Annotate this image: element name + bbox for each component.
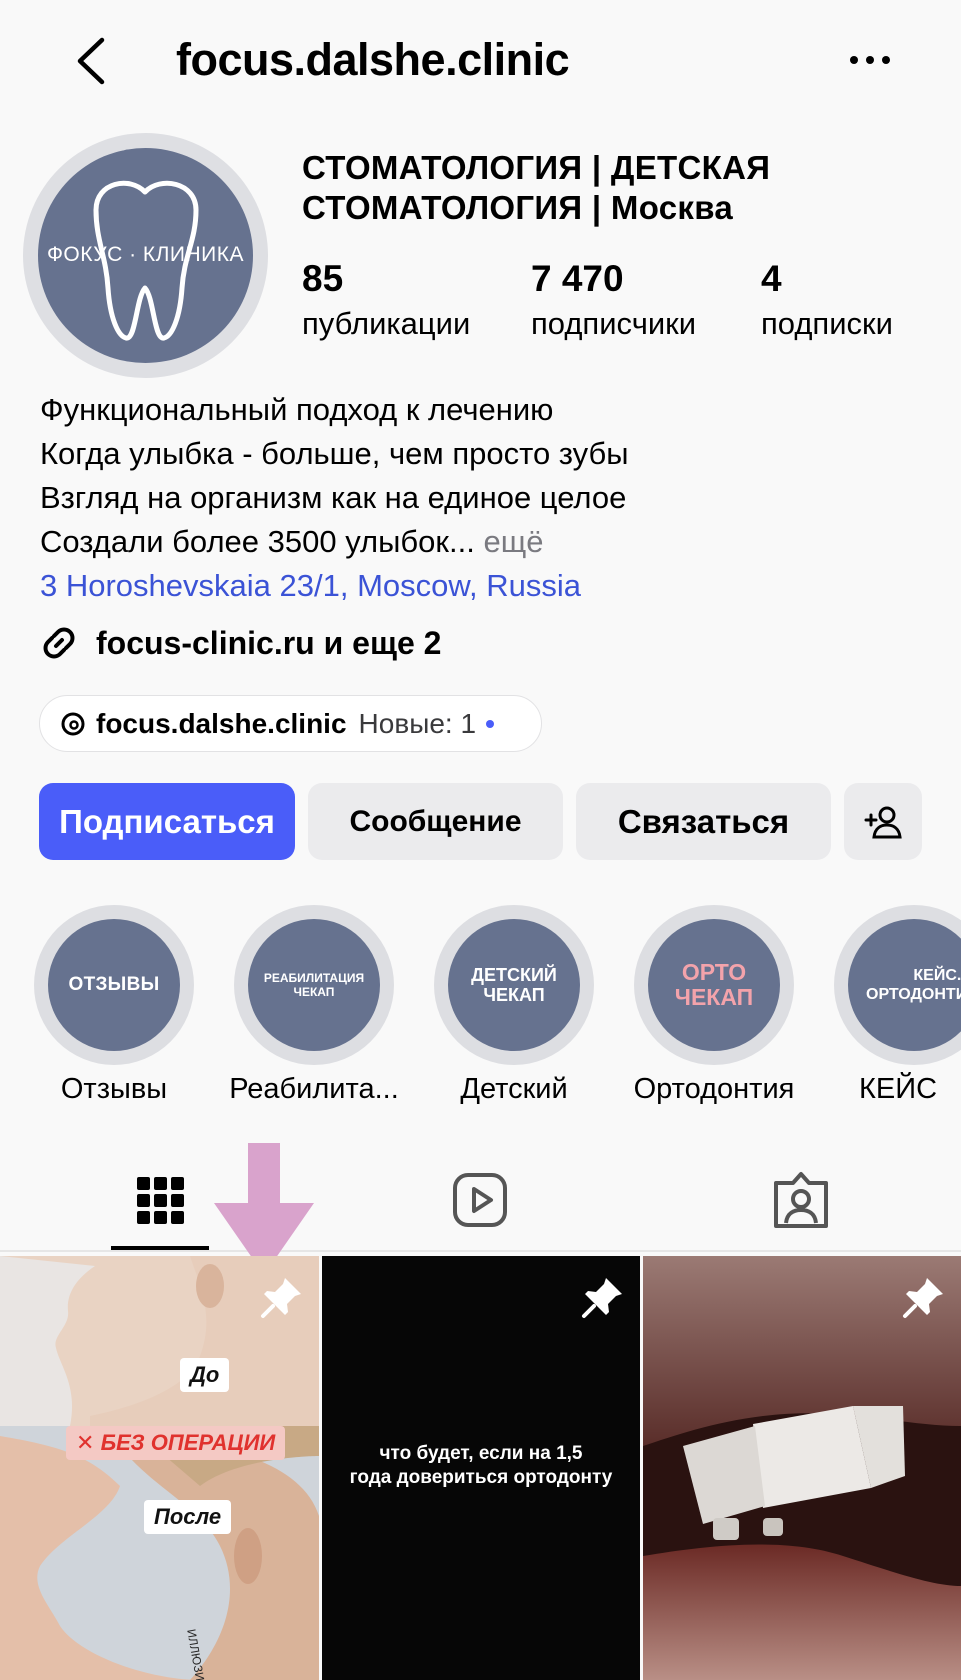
stat-value: 85: [302, 258, 344, 299]
highlight-label: Детский: [460, 1073, 568, 1105]
highlight-cover-text: РЕАБИЛИТАЦИЯ: [263, 971, 365, 985]
post-thumbnail-smile[interactable]: [643, 1256, 961, 1680]
bio-line: Взгляд на организм как на единое целое: [40, 480, 627, 515]
chevron-left-icon: [77, 37, 105, 85]
highlight-label: Ортодонтия: [633, 1073, 795, 1105]
external-link-text: focus-clinic.ru и еще 2: [96, 624, 442, 661]
tab-tagged[interactable]: [766, 1165, 836, 1235]
stat-posts[interactable]: 85 публикации: [302, 258, 470, 344]
grid-icon: [137, 1177, 184, 1224]
avatar-logo-text: ФОКУС · КЛИНИКА: [46, 243, 245, 266]
message-button[interactable]: Сообщение: [308, 783, 563, 860]
reels-icon: [453, 1173, 507, 1227]
highlight-cover: ДЕТСКИЙ ЧЕКАП: [448, 919, 580, 1051]
post-caption: что будет, если на 1,5 года довериться о…: [322, 1442, 640, 1490]
avatar[interactable]: ФОКУС · КЛИНИКА: [38, 148, 253, 363]
bio-line: Когда улыбка - больше, чем просто зубы: [40, 436, 629, 471]
category-line: СТОМАТОЛОГИЯ | ДЕТСКАЯ: [302, 149, 771, 186]
highlight-cover-text: КЕЙС.: [913, 967, 961, 984]
page-title: focus.dalshe.clinic: [176, 34, 570, 85]
stat-label: подписки: [761, 306, 893, 341]
suggest-people-button[interactable]: [844, 783, 922, 860]
highlight-cover: ОРТО ЧЕКАП: [648, 919, 780, 1051]
bio-more-link[interactable]: ещё: [483, 524, 543, 559]
highlight-label: Отзывы: [60, 1073, 168, 1105]
bio-line: Функциональный подход к лечению: [40, 392, 554, 427]
tab-reels[interactable]: [445, 1165, 515, 1235]
tagged-icon: [774, 1172, 828, 1228]
post-caption-line: что будет, если на 1,5: [379, 1443, 583, 1464]
highlight-cover-text: ДЕТСКИЙ: [471, 965, 557, 985]
tab-posts-grid[interactable]: [125, 1165, 195, 1235]
follow-button[interactable]: Подписаться: [39, 783, 295, 860]
threads-handle: focus.dalshe.clinic: [96, 707, 347, 739]
add-person-icon: [864, 806, 902, 838]
link-icon: [43, 627, 75, 659]
post-tag-red-text: БЕЗ ОПЕРАЦИИ: [100, 1430, 276, 1455]
post-caption-line: года довериться ортодонту: [349, 1467, 613, 1488]
pin-icon: [261, 1278, 301, 1318]
stat-label: подписчики: [531, 306, 697, 341]
contact-button[interactable]: Связаться: [576, 783, 831, 860]
stat-value: 7 470: [531, 258, 624, 299]
highlight-cover-text: ЧЕКАП: [483, 985, 545, 1005]
highlight-cover-text: ОТЗЫВЫ: [68, 974, 160, 995]
threads-badge[interactable]: focus.dalshe.clinic Новые: 1: [39, 695, 542, 752]
back-button[interactable]: [70, 34, 114, 88]
post-thumbnail-before-after[interactable]: До ✕ БЕЗ ОПЕРАЦИИ После ИЛЛЮЗИЯ: [0, 1256, 319, 1680]
highlight-cover-text: ОРТО: [681, 959, 747, 985]
post-thumbnail-reel[interactable]: что будет, если на 1,5 года довериться о…: [322, 1256, 640, 1680]
profile-screen: focus.dalshe.clinic ФОКУС · КЛИНИКА СТОМ…: [0, 0, 961, 1680]
highlight-cover-text: ОРТОДОНТИЯ: [866, 986, 961, 1003]
stat-following[interactable]: 4 подписки: [761, 258, 893, 344]
post-tag-no-surgery: ✕ БЕЗ ОПЕРАЦИИ: [66, 1426, 286, 1460]
pin-icon: [582, 1278, 622, 1318]
more-options-button[interactable]: [845, 40, 895, 80]
stat-label: публикации: [302, 306, 471, 341]
category-line: СТОМАТОЛОГИЯ | Москва: [302, 189, 733, 226]
cross-icon: ✕: [76, 1430, 95, 1455]
highlight-label: Реабилита...: [229, 1073, 399, 1105]
highlight-label: КЕЙС: [858, 1073, 938, 1105]
profile-category: СТОМАТОЛОГИЯ | ДЕТСКАЯ СТОМАТОЛОГИЯ | Мо…: [302, 148, 942, 228]
tab-divider: [0, 1250, 961, 1252]
more-horizontal-icon: [850, 56, 890, 64]
address-link[interactable]: 3 Horoshevskaia 23/1, Moscow, Russia: [40, 564, 940, 608]
highlight-cover: ОТЗЫВЫ: [48, 919, 180, 1051]
external-links[interactable]: focus-clinic.ru и еще 2: [38, 620, 441, 666]
bio-line: Создали более 3500 улыбок...: [40, 524, 475, 559]
stat-value: 4: [761, 258, 782, 299]
post-tag-after: После: [144, 1500, 232, 1534]
highlight-cover: РЕАБИЛИТАЦИЯ ЧЕКАП: [248, 919, 380, 1051]
highlight-cover-text: ЧЕКАП: [293, 985, 335, 999]
stat-followers[interactable]: 7 470 подписчики: [531, 258, 696, 344]
bio-line-last: Создали более 3500 улыбок... ещё: [40, 520, 940, 564]
top-bar: focus.dalshe.clinic: [0, 0, 961, 125]
threads-new-count: Новые: 1: [358, 707, 477, 739]
post-tag-before: До: [180, 1358, 230, 1392]
profile-bio: Функциональный подход к лечению Когда ул…: [40, 388, 940, 608]
unread-dot: [486, 719, 495, 728]
highlight-cover-text: ЧЕКАП: [674, 984, 754, 1010]
pin-icon: [903, 1278, 943, 1318]
threads-icon: [61, 712, 85, 735]
